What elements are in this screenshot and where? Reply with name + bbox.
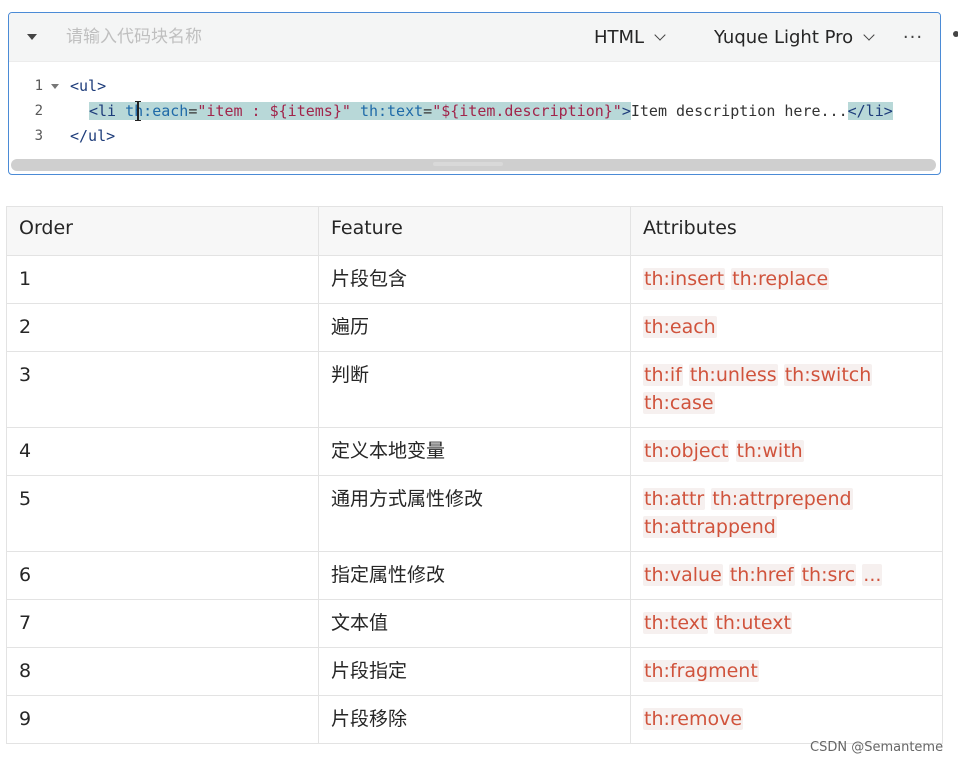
attribute-code-tag: th:value xyxy=(643,564,723,586)
attributes-cell: th:object th:with xyxy=(630,427,943,476)
table-row: 1 片段包含 th:insert th:replace xyxy=(6,255,943,304)
line-number: 1 xyxy=(34,78,43,94)
code-token: "item : ${items}" xyxy=(197,102,351,120)
code-block-toolbar: HTML Yuque Light Pro ··· xyxy=(9,13,940,62)
attributes-cell: th:attr th:attrprepend th:attrappend xyxy=(630,475,943,552)
attributes-cell: th:if th:unless th:switch th:case xyxy=(630,351,943,428)
feature-cell: 片段包含 xyxy=(318,255,631,304)
code-token: "${item.description}" xyxy=(432,102,622,120)
order-cell: 8 xyxy=(6,647,319,696)
language-select[interactable]: HTML xyxy=(594,25,666,49)
table-row: 4 定义本地变量 th:object th:with xyxy=(6,427,943,476)
code-line: 2 <li th:each="item : ${items}" th:text=… xyxy=(9,100,940,124)
order-cell: 6 xyxy=(6,551,319,600)
text-cursor-icon xyxy=(135,100,141,122)
language-label: HTML xyxy=(594,26,645,48)
table-row: 7 文本值 th:text th:utext xyxy=(6,599,943,648)
theme-label: Yuque Light Pro xyxy=(714,26,854,48)
fold-caret-icon[interactable] xyxy=(51,84,59,89)
collapse-caret-icon[interactable] xyxy=(23,30,41,44)
order-cell: 4 xyxy=(6,427,319,476)
code-token: <li xyxy=(89,102,126,120)
feature-cell: 定义本地变量 xyxy=(318,427,631,476)
attributes-cell: th:remove xyxy=(630,695,943,744)
table-row: 5 通用方式属性修改 th:attr th:attrprepend th:attra… xyxy=(6,475,943,552)
attribute-code-tag: th:with xyxy=(735,440,804,462)
code-text: <li th:each="item : ${items}" th:text="$… xyxy=(89,102,893,120)
side-dot xyxy=(953,31,958,37)
feature-cell: 遍历 xyxy=(318,303,631,352)
attribute-code-tag: th:switch xyxy=(783,364,873,386)
attribute-code-tag: th:attrappend xyxy=(643,516,777,538)
line-number: 2 xyxy=(34,103,43,119)
order-cell: 5 xyxy=(6,475,319,552)
resize-handle[interactable] xyxy=(433,162,503,166)
code-token: > xyxy=(621,102,631,120)
column-header-attributes: Attributes xyxy=(630,206,943,256)
theme-select[interactable]: Yuque Light Pro xyxy=(714,25,875,49)
table-row: 3 判断 th:if th:unless th:switch th:case xyxy=(6,351,943,428)
attribute-code-tag: th:each xyxy=(643,316,717,338)
attribute-code-tag: th:insert xyxy=(643,268,726,290)
code-line: 3 </ul> xyxy=(9,125,940,149)
code-editor[interactable]: 1 <ul> 2 <li th:each="item : ${items}" t… xyxy=(9,73,940,163)
code-token: = xyxy=(423,102,433,120)
table-row: 2 遍历 th:each xyxy=(6,303,943,352)
table-row: 9 片段移除 th:remove xyxy=(6,695,943,744)
order-cell: 9 xyxy=(6,695,319,744)
watermark: CSDN @Semanteme xyxy=(810,740,944,755)
attribute-code-tag: th:fragment xyxy=(643,660,759,682)
column-header-order: Order xyxy=(6,206,319,256)
code-block[interactable]: HTML Yuque Light Pro ··· 1 <ul> 2 <li th… xyxy=(8,12,941,175)
attribute-code-tag: th:attr xyxy=(643,488,706,510)
code-text: </ul> xyxy=(70,127,116,145)
feature-cell: 片段移除 xyxy=(318,695,631,744)
code-block-name-input[interactable] xyxy=(59,23,539,51)
line-number: 3 xyxy=(34,128,43,144)
attributes-cell: th:text th:utext xyxy=(630,599,943,648)
order-cell: 2 xyxy=(6,303,319,352)
attribute-code-tag: th:if xyxy=(643,364,683,386)
feature-cell: 片段指定 xyxy=(318,647,631,696)
attribute-code-tag: th:text xyxy=(643,612,709,634)
attribute-code-tag: th:utext xyxy=(714,612,792,634)
table-row: 8 片段指定 th:fragment xyxy=(6,647,943,696)
table-header-row: Order Feature Attributes xyxy=(6,206,943,256)
code-token: </li> xyxy=(847,102,893,120)
attribute-code-tag: th:src xyxy=(800,564,857,586)
order-cell: 7 xyxy=(6,599,319,648)
table-row: 6 指定属性修改 th:value th:href th:src ... xyxy=(6,551,943,600)
attribute-code-tag: th:object xyxy=(643,440,730,462)
more-options-button[interactable]: ··· xyxy=(897,25,929,49)
chevron-down-icon xyxy=(863,29,875,41)
attributes-cell: th:insert th:replace xyxy=(630,255,943,304)
attribute-code-tag: th:remove xyxy=(643,708,744,730)
column-header-feature: Feature xyxy=(318,206,631,256)
attributes-cell: th:each xyxy=(630,303,943,352)
attribute-code-tag: th:href xyxy=(728,564,795,586)
code-token: th:text xyxy=(359,102,424,120)
feature-cell: 通用方式属性修改 xyxy=(318,475,631,552)
feature-cell: 指定属性修改 xyxy=(318,551,631,600)
code-line: 1 <ul> xyxy=(9,75,940,99)
attribute-code-tag: th:replace xyxy=(731,268,830,290)
chevron-down-icon xyxy=(654,29,666,41)
order-cell: 3 xyxy=(6,351,319,428)
code-text: <ul> xyxy=(70,77,107,95)
feature-cell: 文本值 xyxy=(318,599,631,648)
code-token: Item description here... xyxy=(630,102,848,120)
attribute-code-tag: th:case xyxy=(643,392,715,414)
features-table: Order Feature Attributes 1 片段包含 th:insert … xyxy=(6,206,943,744)
attribute-code-tag: th:attrprepend xyxy=(711,488,853,510)
attribute-code-tag: th:unless xyxy=(688,364,778,386)
attribute-code-tag: ... xyxy=(862,564,883,586)
attributes-cell: th:value th:href th:src ... xyxy=(630,551,943,600)
more-icon: ··· xyxy=(902,26,924,48)
feature-cell: 判断 xyxy=(318,351,631,428)
order-cell: 1 xyxy=(6,255,319,304)
attributes-cell: th:fragment xyxy=(630,647,943,696)
